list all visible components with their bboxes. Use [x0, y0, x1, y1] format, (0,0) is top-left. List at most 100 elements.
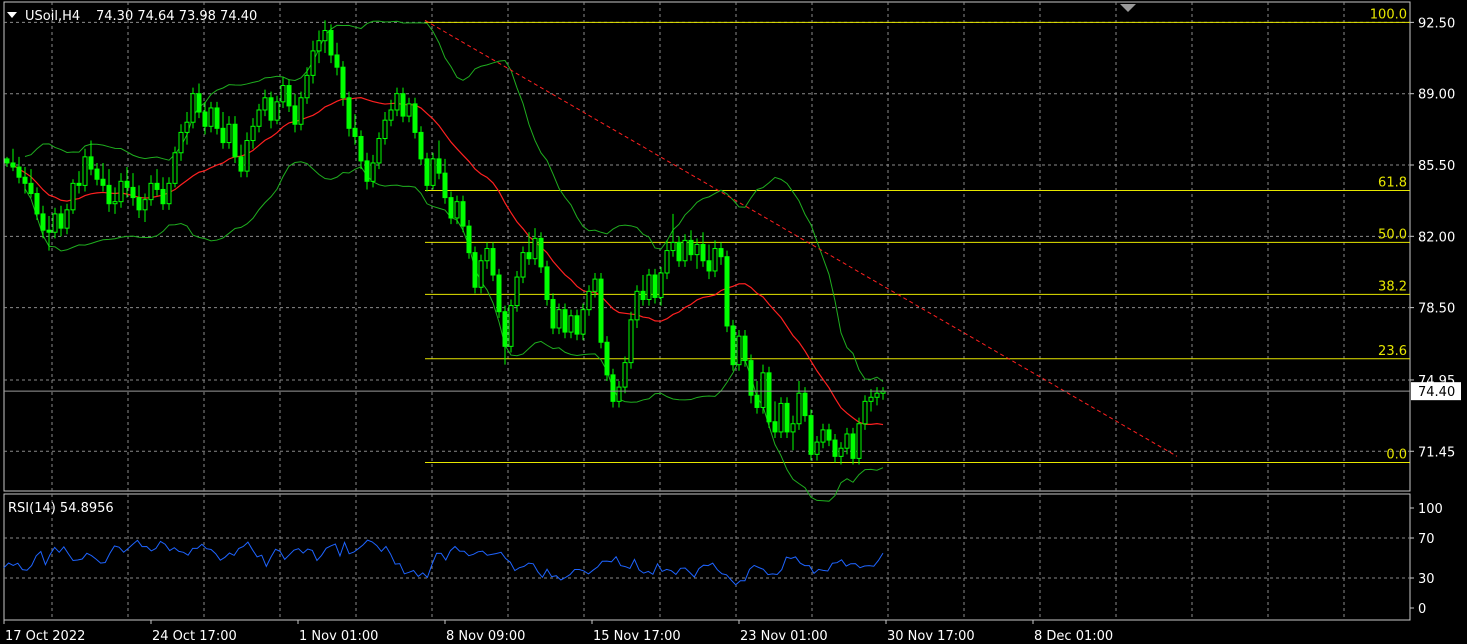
candle-body — [10, 162, 16, 168]
price-tick-label: 71.45 — [1418, 445, 1455, 460]
candle-body — [628, 319, 634, 364]
rsi-tick-label: 70 — [1418, 532, 1435, 547]
fib-level-label: 38.2 — [1378, 279, 1407, 294]
candle-body — [514, 276, 520, 307]
candle-body — [838, 447, 844, 457]
candle-body — [748, 360, 754, 396]
candle-body — [814, 441, 820, 455]
candle-body — [796, 392, 802, 425]
candle-body — [412, 103, 418, 133]
candle-body — [112, 201, 118, 205]
candle-body — [598, 278, 604, 343]
candle-body — [172, 152, 178, 184]
candle-body — [298, 97, 304, 125]
symbol-menu-triangle-icon[interactable] — [7, 12, 17, 18]
candle-body — [76, 182, 82, 186]
candle-body — [820, 429, 826, 443]
candle-body — [826, 429, 832, 441]
candle-body — [250, 125, 256, 142]
candle-body — [94, 168, 100, 180]
bollinger-upper — [24, 20, 884, 382]
candle-body — [700, 243, 706, 262]
candle-body — [424, 158, 430, 186]
candle-body — [520, 252, 526, 278]
price-tick-label: 82.00 — [1418, 230, 1455, 245]
candle-body — [244, 140, 250, 172]
candle-body — [130, 186, 136, 199]
candle-body — [280, 85, 286, 103]
candle-body — [196, 93, 202, 113]
candle-body — [694, 243, 700, 256]
candle-body — [760, 372, 766, 408]
candle-body — [466, 225, 472, 254]
candle-body — [640, 290, 646, 300]
candle-body — [364, 160, 370, 182]
candle-body — [526, 252, 532, 260]
candle-body — [286, 85, 292, 107]
fib-level-label: 100.0 — [1370, 7, 1407, 22]
candle-body — [736, 335, 742, 366]
candle-body — [376, 138, 382, 164]
price-tick-label: 85.50 — [1418, 159, 1455, 174]
candle-body — [256, 109, 262, 127]
candle-body — [604, 341, 610, 376]
candle-body — [118, 180, 124, 203]
candle-body — [166, 182, 172, 205]
candle-body — [802, 392, 808, 417]
candle-body — [358, 135, 364, 162]
candle-body — [430, 158, 436, 186]
candle-body — [346, 97, 352, 129]
candle-body — [484, 248, 490, 262]
candle-body — [400, 93, 406, 117]
time-tick-label: 23 Nov 01:00 — [740, 629, 828, 644]
candle-body — [688, 239, 694, 256]
candle-body — [676, 241, 682, 262]
shift-marker-icon[interactable] — [1120, 4, 1136, 12]
candle-body — [418, 131, 424, 160]
candle-body — [586, 290, 592, 311]
candle-body — [538, 237, 544, 268]
candle-body — [214, 107, 220, 129]
candle-body — [874, 392, 880, 398]
candle-body — [784, 402, 790, 433]
candle-body — [856, 423, 862, 459]
candle-body — [862, 400, 868, 425]
candle-body — [808, 415, 814, 455]
candle-body — [562, 309, 568, 333]
candle-body — [868, 396, 874, 402]
candle-body — [274, 101, 280, 121]
symbol-label: USoil,H4 — [25, 9, 80, 24]
candle-body — [622, 362, 628, 388]
candle-body — [268, 97, 274, 121]
candle-body — [64, 209, 70, 229]
candle-body — [316, 40, 322, 52]
candle-body — [706, 260, 712, 272]
candle-body — [34, 193, 40, 215]
candle-body — [202, 111, 208, 127]
candle-body — [304, 74, 310, 99]
candle-body — [670, 241, 676, 252]
candle-body — [718, 248, 724, 258]
chart-area: 100.0 61.8 50.0 38.2 23.6 0.0 92.50 89.00 85.50… — [3, 1, 1461, 644]
fib-level-label: 23.6 — [1378, 344, 1407, 359]
rsi-pane-border — [3, 493, 1411, 621]
candle-body — [100, 178, 106, 186]
candle-body — [574, 315, 580, 335]
candle-body — [592, 278, 598, 292]
candle-body — [772, 421, 778, 433]
candle-body — [310, 50, 316, 76]
candle-body — [382, 119, 388, 140]
candle-body — [184, 121, 190, 133]
bollinger-bands — [24, 20, 884, 502]
candle-body — [778, 402, 784, 433]
candle-body — [160, 188, 166, 205]
candle-body — [490, 248, 496, 276]
time-tick-label: 30 Nov 17:00 — [887, 629, 975, 644]
candle-body — [682, 239, 688, 262]
candle-body — [724, 256, 730, 327]
candle-body — [754, 394, 760, 408]
candle-body — [28, 182, 34, 195]
fibonacci-retracement: 100.0 61.8 50.0 38.2 23.6 0.0 — [425, 7, 1410, 463]
candle-body — [154, 182, 160, 190]
candle-body — [568, 315, 574, 333]
